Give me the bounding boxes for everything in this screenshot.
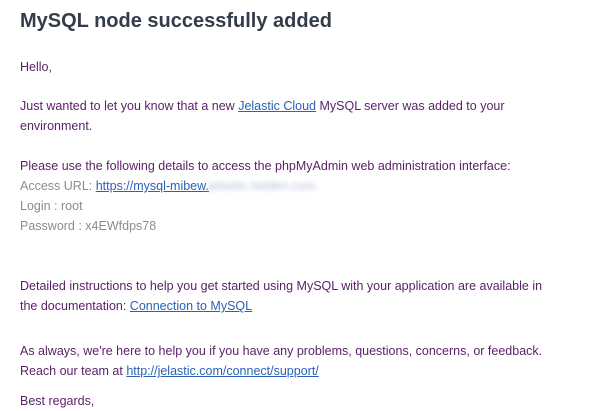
support-line-2: Reach our team at http://jelastic.com/co… — [20, 361, 319, 381]
greeting: Hello, — [20, 60, 52, 74]
access-url-label: Access URL: — [20, 179, 96, 193]
connection-to-mysql-link[interactable]: Connection to MySQL — [130, 299, 252, 313]
intro-line-2: environment. — [20, 119, 93, 133]
support-link[interactable]: http://jelastic.com/connect/support/ — [126, 364, 318, 378]
support-text-before: Reach our team at — [20, 364, 127, 378]
instructions-line-2: the documentation: Connection to MySQL — [20, 296, 252, 316]
closing: Best regards, — [20, 394, 95, 408]
login-line: Login : root — [20, 199, 83, 213]
access-url-blurred: jelastic.hidden.com — [208, 179, 316, 193]
intro-text-before: Just wanted to let you know that a new — [20, 99, 239, 113]
email-title: MySQL node successfully added — [20, 10, 332, 32]
access-url-line: Access URL: https://mysql-mibew.jelastic… — [20, 176, 315, 196]
details-intro: Please use the following details to acce… — [20, 159, 511, 173]
password-line: Password : x4EWfdps78 — [20, 219, 157, 233]
instructions-line-1: Detailed instructions to help you get st… — [20, 279, 543, 293]
intro-line-1: Just wanted to let you know that a new J… — [20, 96, 505, 116]
instructions-text-before: the documentation: — [20, 299, 130, 313]
access-url-link[interactable]: https://mysql-mibew. — [96, 179, 209, 193]
support-line-1: As always, we're here to help you if you… — [20, 344, 543, 358]
intro-text-after: MySQL server was added to your — [316, 99, 505, 113]
jelastic-cloud-link[interactable]: Jelastic Cloud — [238, 99, 316, 113]
